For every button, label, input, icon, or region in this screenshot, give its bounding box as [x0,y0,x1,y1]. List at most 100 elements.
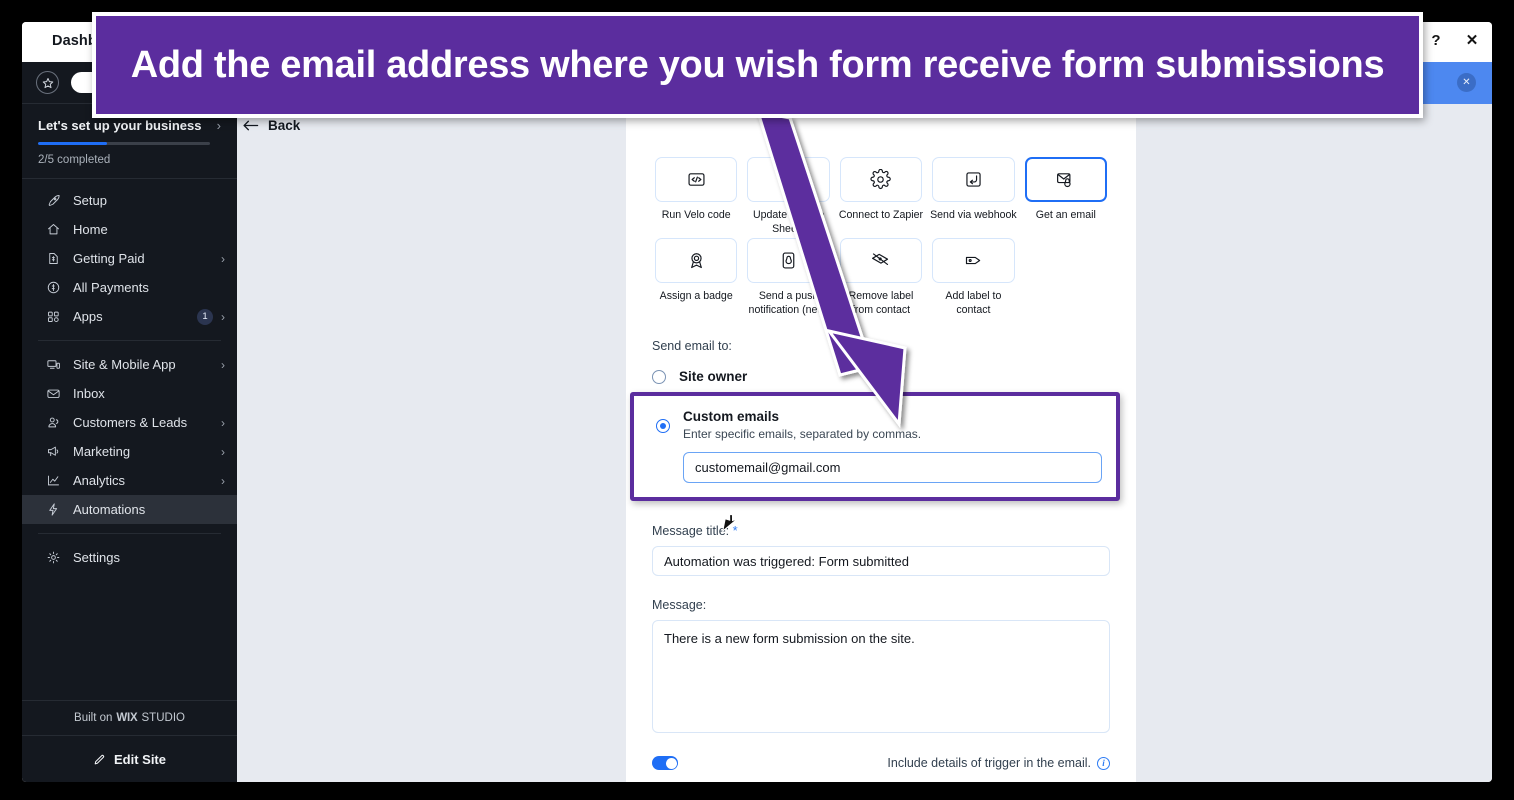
sidebar-item-analytics[interactable]: Analytics › [22,466,237,495]
chevron-right-icon: › [221,309,225,324]
message-textarea[interactable] [652,620,1110,733]
setup-card-row: Let's set up your business › [38,118,221,133]
tile-icon-box [1024,157,1107,202]
sidebar-item-label: Inbox [73,386,105,401]
tile-label: Send a push notification (new) [748,290,829,316]
include-details-text: Include details of trigger in the email.… [887,756,1110,770]
action-config-panel: Run Velo code Update Google Sheets Connect… [626,104,1136,782]
edit-site-label: Edit Site [113,751,166,767]
tile-label: Run Velo code [661,209,731,221]
include-details-row: Include details of trigger in the email.… [652,756,1110,770]
custom-emails-hint: Enter specific emails, separated by comm… [683,427,922,441]
action-tile-send-a-push-notification-new[interactable]: Send a push notification (new) [744,238,832,317]
tile-icon-box [932,157,1015,202]
studio-logo-text: STUDIO [141,712,185,724]
sidebar-item-setup[interactable]: Setup [22,186,237,215]
main-content: Back Save Run Velo codeUpdate Google She… [237,104,1492,782]
sidebar-item-site-mobile-app[interactable]: Site & Mobile App › [22,350,237,379]
message-title-input[interactable] [652,546,1110,576]
tile-icon-box [655,238,738,283]
sidebar-item-badge: 1 [197,308,213,325]
annotation-banner: Add the email address where you wish for… [92,12,1423,118]
action-tile-get-an-email[interactable]: Get an email [1022,157,1110,236]
action-tile-remove-label-from-contact[interactable]: Remove label from contact [837,238,925,317]
tile-label: Get an email [1035,209,1096,221]
action-tile-connect-to-zapier[interactable]: Connect to Zapier [837,157,925,236]
sidebar-item-label: All Payments [73,280,149,295]
people-icon [44,415,62,430]
tile-label: Update Google Sheets [752,209,825,235]
sidebar-item-apps[interactable]: Apps 1 › [22,302,237,331]
sidebar-item-label: Customers & Leads [73,415,188,430]
annotation-banner-text: Add the email address where you wish for… [130,43,1385,86]
sidebar-item-home[interactable]: Home [22,215,237,244]
setup-progress-label: 2/5 completed [38,154,111,166]
money-icon [44,251,62,266]
tile-label: Connect to Zapier [838,209,924,221]
sidebar-item-label: Getting Paid [73,251,145,266]
home-icon [44,222,62,237]
sidebar-item-settings[interactable]: Settings [22,543,237,572]
tile-icon-box [839,157,923,202]
back-label: Back [268,118,301,133]
badge-icon [690,253,702,269]
custom-emails-input[interactable] [683,452,1102,483]
tile-icon-box [655,157,738,202]
sidebar-divider [38,340,221,341]
sidebar-item-getting-paid[interactable]: Getting Paid › [22,244,237,273]
megaphone-icon [44,444,62,459]
star-icon[interactable] [36,71,59,94]
message-title-text: Message title: [652,524,730,538]
send-email-to-label: Send email to: [652,339,732,353]
built-on-label: Built on [74,712,113,724]
radio-option-site-owner[interactable]: Site owner [652,369,1110,384]
back-button[interactable]: Back [242,118,300,133]
chevron-right-icon: › [221,444,225,459]
action-tile-send-via-webhook[interactable]: Send via webhook [929,157,1017,236]
sidebar-item-customers-leads[interactable]: Customers & Leads › [22,408,237,437]
sidebar-item-automations[interactable]: Automations [22,495,237,524]
tile-label: Assign a badge [659,290,733,302]
sidebar-nav: Setup Home Getting Paid › All Payments Apps 1 ›… [22,179,237,572]
bolt-icon [44,502,62,517]
include-details-label: Include details of trigger in the email. [887,756,1091,770]
banner-close-icon[interactable]: ✕ [1457,73,1476,92]
screen-root: Dashboard ? ✕ ✕ Let's set up your busine… [0,0,1514,800]
sidebar-item-marketing[interactable]: Marketing › [22,437,237,466]
message-title-label: Message title: * [652,523,1110,538]
edit-site-button[interactable]: Edit Site [22,735,237,782]
gear-icon [870,169,892,190]
sidebar-item-all-payments[interactable]: All Payments [22,273,237,302]
action-tile-update-google-sheets[interactable]: Update Google Sheets [744,157,832,236]
setup-progress-bar [38,142,210,145]
chevron-right-icon: › [216,118,221,133]
rocket-icon [44,193,62,208]
required-asterisk: * [732,523,738,538]
close-icon[interactable]: ✕ [1462,30,1482,50]
custom-emails-radio[interactable] [656,419,670,433]
info-icon[interactable]: i [1097,756,1110,770]
chevron-right-icon: › [221,357,225,372]
chevron-right-icon: › [221,251,225,266]
monitor-icon [44,357,62,372]
dollar-circle-icon [44,280,62,295]
action-tile-assign-a-badge[interactable]: Assign a badge [652,238,740,317]
webhook-icon [966,172,981,187]
sidebar-item-label: Analytics [73,473,126,488]
email-bell-icon [1057,173,1071,188]
app-window: Dashboard ? ✕ ✕ Let's set up your busine… [22,22,1492,782]
custom-emails-highlight-block[interactable]: Custom emails Enter specific emails, sep… [630,392,1120,501]
sidebar-item-inbox[interactable]: Inbox [22,379,237,408]
include-details-toggle[interactable] [652,756,678,770]
label-remove-icon [872,253,889,266]
phone-bell-icon [782,252,795,269]
help-icon[interactable]: ? [1426,30,1446,50]
action-tile-add-label-to-contact[interactable]: Add label to contact [929,238,1017,317]
chart-icon [44,473,62,488]
tile-icon-box [747,238,830,283]
pencil-icon [94,754,105,764]
action-tile-run-velo-code[interactable]: Run Velo code [652,157,740,236]
custom-emails-label: Custom emails [683,409,780,424]
apps-icon [44,309,62,324]
site-owner-radio[interactable] [652,369,666,384]
